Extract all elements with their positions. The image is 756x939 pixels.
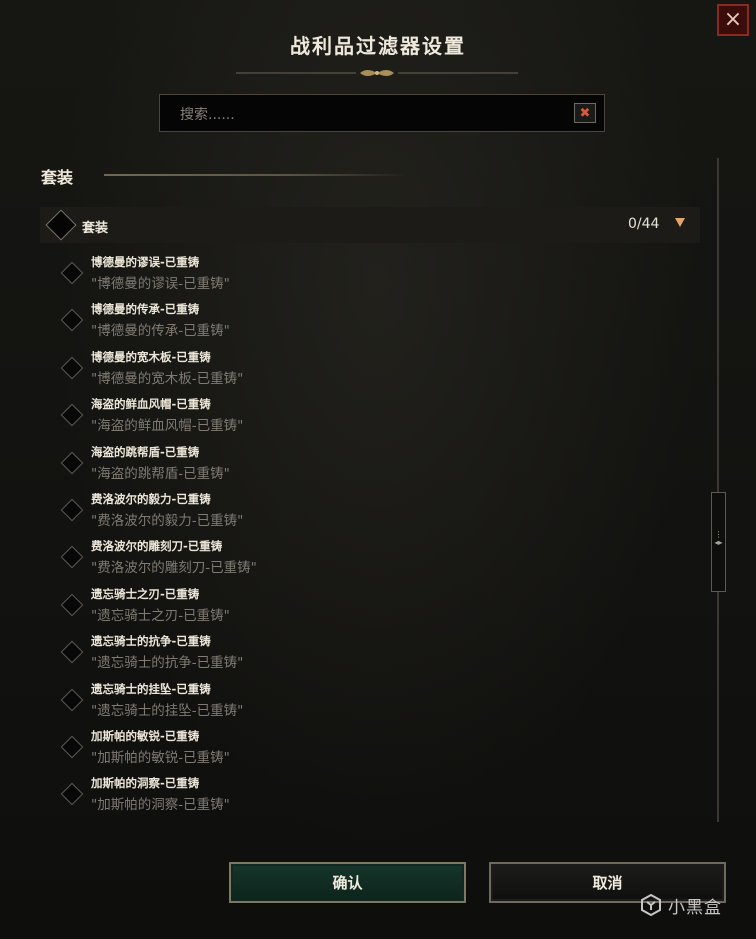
search-input[interactable] xyxy=(178,104,542,126)
list-item[interactable]: 费洛波尔的毅力-已重铸 "费洛波尔的毅力-已重铸" xyxy=(60,491,700,538)
item-filter-string: "海盗的鲜血风帽-已重铸" xyxy=(91,418,244,435)
dialog-title: 战利品过滤器设置 xyxy=(290,34,466,58)
scrollbar-track[interactable] xyxy=(717,158,719,822)
item-checkbox[interactable] xyxy=(60,735,84,759)
item-name: 海盗的跳帮盾-已重铸 xyxy=(91,444,200,459)
item-filter-string: "海盗的跳帮盾-已重铸" xyxy=(91,465,230,482)
item-name: 博德曼的谬误-已重铸 xyxy=(91,255,200,269)
item-checkbox[interactable] xyxy=(60,356,84,380)
close-icon: × xyxy=(723,7,743,32)
item-name: 费洛波尔的雕刻刀-已重铸 xyxy=(91,539,223,554)
item-checkbox[interactable] xyxy=(60,498,84,522)
item-name: 费洛波尔的毅力-已重铸 xyxy=(91,491,211,506)
grip-icon: ⋮ ◂▸ xyxy=(714,530,723,547)
item-filter-string: "加斯帕的洞察-已重铸" xyxy=(91,797,230,814)
item-checkbox[interactable] xyxy=(60,403,84,427)
item-filter-string: "博德曼的传承-已重铸" xyxy=(91,323,230,340)
item-name: 海盗的鲜血风帽-已重铸 xyxy=(91,397,211,412)
item-filter-string: "遗忘骑士之刃-已重铸" xyxy=(91,607,230,624)
item-filter-string: "遗忘骑士的抗争-已重铸" xyxy=(91,655,244,672)
title-ornament-divider xyxy=(236,70,518,76)
group-select-checkbox[interactable] xyxy=(45,209,77,241)
group-header-sets[interactable]: 套装 0/44 xyxy=(40,207,700,243)
item-filter-string: "费洛波尔的毅力-已重铸" xyxy=(91,512,244,529)
item-checkbox[interactable] xyxy=(60,261,84,285)
watermark: 小黑盒 xyxy=(640,892,750,918)
item-checkbox[interactable] xyxy=(60,640,84,664)
confirm-button[interactable]: 确认 xyxy=(229,862,466,903)
item-checkbox[interactable] xyxy=(60,546,84,569)
list-item[interactable]: 海盗的跳帮盾-已重铸 "海盗的跳帮盾-已重铸" xyxy=(60,444,700,491)
item-filter-string: "博德曼的宽木板-已重铸" xyxy=(91,370,244,387)
item-name: 遗忘骑士之刃-已重铸 xyxy=(91,586,200,601)
search-clear-button[interactable]: ✖ xyxy=(574,103,596,123)
list-item[interactable]: 博德曼的宽木板-已重铸 "博德曼的宽木板-已重铸" xyxy=(60,349,700,396)
item-checkbox[interactable] xyxy=(60,309,84,332)
item-filter-string: "费洛波尔的雕刻刀-已重铸" xyxy=(91,560,257,577)
list-item[interactable]: 博德曼的传承-已重铸 "博德曼的传承-已重铸" xyxy=(60,301,700,348)
scrollbar-thumb[interactable]: ⋮ ◂▸ xyxy=(711,492,726,592)
item-name: 博德曼的宽木板-已重铸 xyxy=(91,349,211,364)
item-name: 遗忘骑士的抗争-已重铸 xyxy=(91,634,211,649)
search-box: ✖ xyxy=(159,94,605,132)
watermark-text: 小黑盒 xyxy=(668,897,722,918)
item-name: 遗忘骑士的挂坠-已重铸 xyxy=(91,681,211,696)
item-list: 博德曼的谬误-已重铸 "博德曼的谬误-已重铸" 博德曼的传承-已重铸 "博德曼的传承-… xyxy=(60,254,700,823)
list-item[interactable]: 费洛波尔的雕刻刀-已重铸 "费洛波尔的雕刻刀-已重铸" xyxy=(60,538,700,585)
list-item[interactable]: 加斯帕的敏锐-已重铸 "加斯帕的敏锐-已重铸" xyxy=(60,728,700,775)
item-name: 加斯帕的敏锐-已重铸 xyxy=(91,728,200,743)
item-checkbox[interactable] xyxy=(60,688,84,711)
item-name: 博德曼的传承-已重铸 xyxy=(91,302,200,317)
item-filter-string: "遗忘骑士的挂坠-已重铸" xyxy=(91,702,244,719)
chevron-down-icon[interactable] xyxy=(675,218,685,227)
group-label: 套装 xyxy=(82,221,109,236)
clear-icon: ✖ xyxy=(579,105,591,121)
section-divider xyxy=(104,174,409,176)
loot-filter-dialog: × 战利品过滤器设置 ✖ 套装 套装 0/44 博德曼的谬误-已重铸 "博德曼的谬… xyxy=(0,0,756,939)
list-item[interactable]: 博德曼的谬误-已重铸 "博德曼的谬误-已重铸" xyxy=(60,254,700,301)
heybox-logo-icon xyxy=(641,894,661,916)
item-checkbox[interactable] xyxy=(60,782,84,806)
item-name: 加斯帕的洞察-已重铸 xyxy=(91,776,200,791)
list-item[interactable]: 加斯帕的洞察-已重铸 "加斯帕的洞察-已重铸" xyxy=(60,775,700,822)
list-item[interactable]: 遗忘骑士的抗争-已重铸 "遗忘骑士的抗争-已重铸" xyxy=(60,633,700,680)
item-checkbox[interactable] xyxy=(60,593,84,617)
section-title: 套装 xyxy=(41,168,74,187)
item-checkbox[interactable] xyxy=(60,451,84,474)
list-item[interactable]: 海盗的鲜血风帽-已重铸 "海盗的鲜血风帽-已重铸" xyxy=(60,396,700,443)
item-filter-string: "加斯帕的敏锐-已重铸" xyxy=(91,749,230,766)
list-item[interactable]: 遗忘骑士之刃-已重铸 "遗忘骑士之刃-已重铸" xyxy=(60,586,700,633)
list-item[interactable]: 遗忘骑士的挂坠-已重铸 "遗忘骑士的挂坠-已重铸" xyxy=(60,681,700,728)
group-count: 0/44 xyxy=(628,216,660,232)
item-filter-string: "博德曼的谬误-已重铸" xyxy=(91,276,230,292)
